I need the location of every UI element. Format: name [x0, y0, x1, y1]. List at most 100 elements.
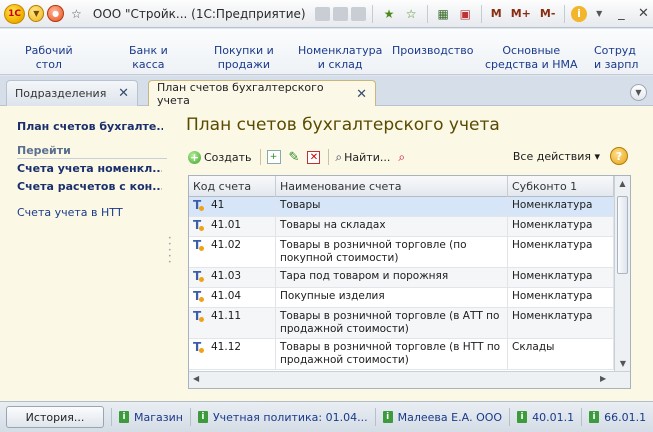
account-icon: T [193, 219, 205, 231]
scroll-left-icon[interactable]: ◀ [193, 374, 199, 383]
section-nomenclature[interactable]: Номенклатура и склад [298, 44, 382, 72]
minimize-button[interactable]: _ [612, 6, 631, 21]
status-account-6601[interactable]: i 66.01.1 [589, 411, 646, 424]
cell-subconto1: Склады [508, 339, 614, 369]
section-label: Рабочий стол [25, 44, 73, 71]
tab-close-icon[interactable]: ✕ [356, 87, 367, 102]
tab-subdivisions[interactable]: Подразделения ✕ [6, 80, 138, 106]
table-row[interactable]: T 41 Товары Номенклатура [189, 197, 614, 217]
window-close-button[interactable]: ✕ [634, 6, 653, 21]
status-separator [189, 408, 191, 426]
table-row[interactable]: T 41.11 Товары в розничной торговле (в АТТ… [189, 308, 614, 339]
print-icon[interactable] [332, 6, 349, 21]
account-icon: T [193, 341, 205, 353]
section-desktop[interactable]: Рабочий стол [25, 44, 73, 72]
table-row[interactable]: T 41.01 Товары на складах Номенклатура [189, 217, 614, 237]
delete-button[interactable]: ✕ [307, 150, 321, 164]
cancel-search-button[interactable]: ⌕ [398, 150, 405, 165]
info-badge-icon: i [197, 411, 208, 423]
preview-icon[interactable] [351, 6, 367, 21]
pencil-icon: ✎ [288, 149, 300, 165]
tab-chart-of-accounts[interactable]: План счетов бухгалтерского учета ✕ [148, 80, 376, 107]
add-favorites-icon[interactable]: ★ [379, 4, 398, 24]
table-row[interactable]: T 41.02 Товары в розничной торговле (по по… [189, 237, 614, 268]
nav-link-nomenclature-accounts[interactable]: Счета учета номенкл... [17, 162, 162, 175]
memory-m-button[interactable]: M [488, 7, 505, 20]
window-title: ООО "Стройк... (1С:Предприятие) [92, 6, 306, 21]
main-menu-button[interactable]: ▼ [28, 5, 45, 22]
section-bank[interactable]: Банк и касса [129, 44, 168, 72]
cell-subconto1: Номенклатура [508, 288, 614, 307]
section-production[interactable]: Производство [392, 44, 473, 58]
app-logo-icon[interactable]: 1С [4, 3, 26, 24]
nav-current-form[interactable]: План счетов бухгалте... [17, 120, 163, 133]
info-badge-icon: i [589, 411, 600, 423]
vertical-scrollbar[interactable]: ▲ ▼ [614, 176, 630, 372]
status-accounting-policy[interactable]: i Учетная политика: 01.04... [197, 410, 368, 424]
calculator-icon[interactable]: ▦ [434, 4, 453, 24]
all-actions-menu[interactable]: Все действия ▾ [513, 150, 600, 163]
status-user-org[interactable]: i Малеева Е.А. ООО [382, 410, 503, 424]
account-code-text: 41.04 [211, 290, 242, 302]
info-dropdown-icon[interactable]: ▼ [590, 4, 609, 24]
toolbar-separator [564, 4, 566, 23]
table-row[interactable]: T 41.04 Покупные изделия Номенклатура [189, 288, 614, 308]
section-staff[interactable]: Сотруд и зарпл [594, 44, 638, 72]
command-separator [328, 149, 330, 165]
copy-button[interactable]: + [266, 150, 281, 164]
save-icon[interactable] [314, 6, 330, 21]
table-row[interactable]: T 41.03 Тара под товаром и порожняя Номенкл… [189, 268, 614, 288]
account-code-text: 41.11 [211, 310, 242, 322]
tabs-row: Подразделения ✕ План счетов бухгалтерско… [0, 76, 653, 107]
horizontal-scrollbar[interactable]: ◀ ▶ [189, 371, 630, 388]
tabs-dropdown-icon[interactable]: ▼ [630, 84, 647, 101]
scroll-right-icon[interactable]: ▶ [600, 374, 606, 383]
info-icon[interactable]: i [571, 5, 587, 22]
toolbar-separator [480, 4, 482, 23]
column-header-subconto1[interactable]: Субконто 1 [508, 176, 614, 197]
sections-panel: Рабочий стол Банк и касса Покупки и прод… [0, 29, 653, 75]
tab-label: Подразделения [15, 87, 107, 100]
status-label: Магазин [134, 410, 183, 424]
section-label: Номенклатура и склад [298, 44, 383, 71]
create-button[interactable]: + Создать [188, 150, 252, 164]
find-button[interactable]: ⌕ Найти... [335, 150, 390, 165]
find-label: Найти... [344, 150, 391, 164]
status-bar: История... i Магазин i Учетная политика: 0… [0, 401, 653, 432]
cell-account-name: Товары в розничной торговле (по покупной… [276, 237, 508, 267]
cell-subconto1: Номенклатура [508, 237, 614, 267]
status-label: Малеева Е.А. ООО [397, 410, 503, 424]
favorites-list-icon[interactable]: ☆ [402, 4, 421, 24]
cell-subconto1: Номенклатура [508, 308, 614, 338]
tab-label: План счетов бухгалтерского учета [157, 81, 324, 107]
table-row[interactable]: T 41.12 Товары в розничной торговле (в НТТ… [189, 339, 614, 370]
cell-account-code: T 41.02 [189, 237, 276, 267]
favorite-star-icon[interactable]: ☆ [67, 4, 86, 24]
panel-splitter-handle[interactable]: • • • • • [168, 236, 172, 266]
cell-subconto1: Номенклатура [508, 217, 614, 236]
scroll-thumb[interactable] [617, 196, 628, 274]
tab-close-icon[interactable]: ✕ [118, 86, 129, 101]
column-header-name[interactable]: Наименование счета [276, 176, 508, 197]
nav-link-ntt-accounts[interactable]: Счета учета в НТТ [17, 206, 123, 219]
edit-button[interactable]: ✎ [289, 150, 300, 165]
status-account-4001[interactable]: i 40.01.1 [517, 411, 574, 424]
scroll-up-icon[interactable]: ▲ [615, 176, 630, 192]
section-fixed-assets[interactable]: Основные средства и НМА [485, 44, 578, 72]
toolbar-separator [372, 4, 374, 23]
help-icon[interactable]: ? [610, 147, 628, 165]
column-header-code[interactable]: Код счета [189, 176, 276, 197]
history-button[interactable]: История... [6, 406, 104, 428]
nav-link-counterparty-accounts[interactable]: Счета расчетов с кон... [17, 180, 162, 193]
info-badge-icon: i [119, 411, 129, 423]
section-purchases-sales[interactable]: Покупки и продажи [214, 44, 274, 72]
memory-mplus-button[interactable]: M+ [508, 7, 534, 20]
cell-account-code: T 41.04 [189, 288, 276, 307]
close-app-button[interactable]: ● [47, 5, 64, 22]
status-store[interactable]: i Магазин [119, 411, 183, 424]
status-label: Учетная политика: 01.04... [212, 410, 368, 424]
status-separator [111, 408, 112, 426]
scroll-down-icon[interactable]: ▼ [615, 356, 630, 372]
calendar-icon[interactable]: ▣ [456, 4, 475, 24]
memory-mminus-button[interactable]: M- [537, 7, 559, 20]
